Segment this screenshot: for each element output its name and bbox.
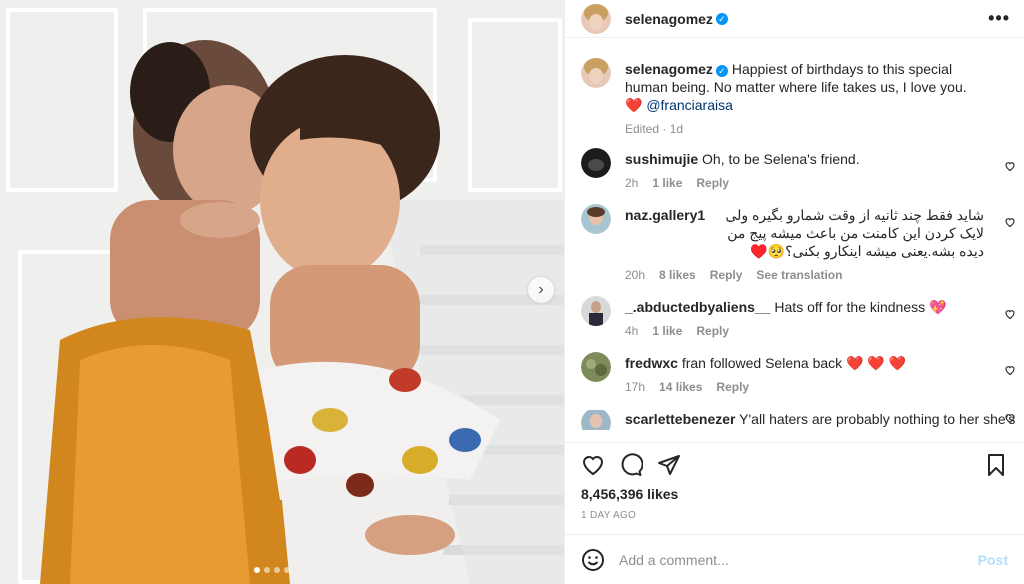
caption: selenagomez ✓ Happiest of birthdays to th…: [581, 58, 1024, 136]
comment-text: Oh, to be Selena's friend.: [702, 151, 860, 167]
next-photo-button[interactable]: ›: [528, 277, 554, 303]
add-comment-bar: Post: [565, 534, 1024, 584]
avatar[interactable]: [581, 3, 611, 34]
comment-username[interactable]: sushimujie: [625, 151, 698, 167]
comment-time[interactable]: 17h: [625, 380, 645, 394]
avatar[interactable]: [581, 410, 611, 430]
post-comment-button[interactable]: Post: [978, 552, 1008, 568]
caption-username[interactable]: selenagomez: [625, 61, 713, 77]
comment-row: scarlettebenezer Y'all haters are probab…: [581, 410, 1024, 430]
comment-likes[interactable]: 1 like: [652, 324, 682, 338]
comment-row: _.abductedbyaliens__ Hats off for the ki…: [581, 296, 1024, 338]
comment-text: Hats off for the kindness 💖: [774, 299, 947, 315]
post-header: selenagomez ✓ •••: [565, 0, 1024, 38]
see-translation-link[interactable]: See translation: [756, 268, 842, 282]
chevron-right-icon: ›: [538, 281, 544, 298]
reply-button[interactable]: Reply: [696, 176, 729, 190]
comment-time[interactable]: 20h: [625, 268, 645, 282]
share-icon[interactable]: [657, 453, 681, 477]
comment-time[interactable]: 4h: [625, 324, 638, 338]
like-comment-heart-icon[interactable]: [1004, 412, 1016, 424]
comment-icon[interactable]: [619, 452, 643, 477]
photo-scene: [0, 0, 564, 584]
caption-edited-time: Edited · 1d: [625, 122, 684, 136]
post-photo[interactable]: ›: [0, 0, 564, 584]
comment-likes[interactable]: 8 likes: [659, 268, 696, 282]
avatar[interactable]: [581, 58, 611, 88]
caption-meta: Edited · 1d: [625, 122, 984, 136]
comment-username[interactable]: _.abductedbyaliens__: [625, 299, 771, 315]
heart-emoji: ❤️: [625, 97, 643, 113]
comment-username[interactable]: naz.gallery1: [625, 206, 705, 260]
reply-button[interactable]: Reply: [716, 380, 749, 394]
avatar[interactable]: [581, 204, 611, 234]
more-options-button[interactable]: •••: [988, 8, 1010, 29]
verified-icon: ✓: [715, 65, 728, 77]
like-comment-heart-icon[interactable]: [1004, 216, 1016, 228]
username-link[interactable]: selenagomez: [625, 11, 713, 27]
instagram-post-modal: › selenagomez ✓ ••• selenagomez ✓ Happie…: [0, 0, 1024, 584]
comment-likes[interactable]: 14 likes: [659, 380, 702, 394]
comment-likes[interactable]: 1 like: [652, 176, 682, 190]
carousel-indicator: [254, 567, 290, 573]
carousel-dot: [274, 567, 280, 573]
like-comment-heart-icon[interactable]: [1004, 308, 1016, 320]
post-time: 1 DAY AGO: [581, 510, 637, 521]
comment-row: fredwxc fran followed Selena back ❤️ ❤️ …: [581, 352, 1024, 394]
comment-text: شاید فقط چند ثانیه از وقت شمارو بگیره ول…: [725, 207, 984, 259]
like-comment-heart-icon[interactable]: [1004, 160, 1016, 172]
avatar[interactable]: [581, 296, 611, 326]
comment-row: sushimujie Oh, to be Selena's friend. 2h…: [581, 148, 1024, 190]
likes-count[interactable]: 8,456,396 likes: [565, 486, 1024, 504]
emoji-icon[interactable]: [581, 548, 605, 572]
reply-button[interactable]: Reply: [710, 268, 743, 282]
comment-text: Y'all haters are probably nothing to her…: [739, 411, 1016, 427]
reply-button[interactable]: Reply: [696, 324, 729, 338]
bookmark-icon[interactable]: [984, 453, 1008, 477]
like-comment-heart-icon[interactable]: [1004, 364, 1016, 376]
comments-list[interactable]: selenagomez ✓ Happiest of birthdays to th…: [565, 38, 1024, 442]
post-side-panel: selenagomez ✓ ••• selenagomez ✓ Happiest …: [564, 0, 1024, 584]
mention-link[interactable]: @franciaraisa: [646, 97, 733, 113]
verified-icon: ✓: [715, 12, 728, 25]
carousel-dot: [264, 567, 270, 573]
comment-row: naz.gallery1 شاید فقط چند ثانیه از وقت ش…: [581, 204, 1024, 282]
comment-text: fran followed Selena back ❤️ ❤️ ❤️: [681, 355, 907, 371]
post-actions-bar: [565, 442, 1024, 486]
comment-time[interactable]: 2h: [625, 176, 638, 190]
avatar[interactable]: [581, 148, 611, 178]
comment-username[interactable]: fredwxc: [625, 355, 678, 371]
heart-icon[interactable]: [581, 453, 605, 477]
comment-input[interactable]: [619, 551, 978, 568]
avatar[interactable]: [581, 352, 611, 382]
carousel-dot: [284, 567, 290, 573]
carousel-dot: [254, 567, 260, 573]
comment-username[interactable]: scarlettebenezer: [625, 411, 736, 427]
